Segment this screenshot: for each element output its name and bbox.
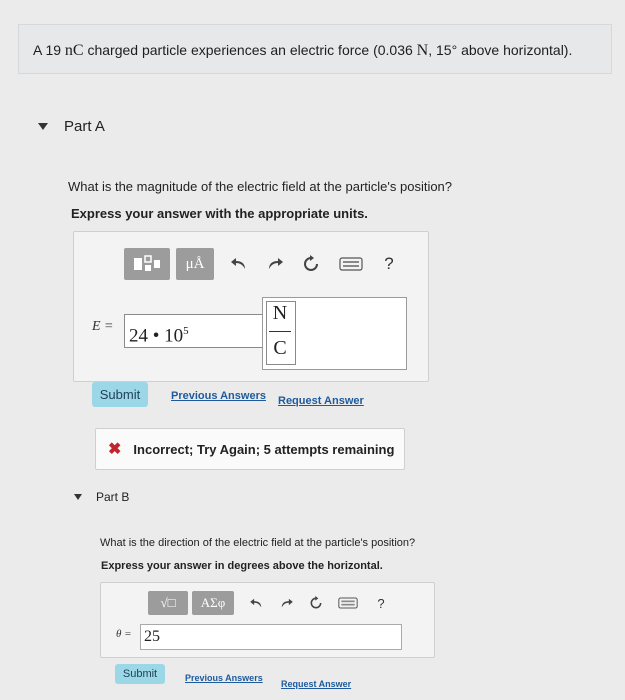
collapse-triangle-icon[interactable] [38,123,48,130]
redo-icon[interactable] [260,248,290,280]
part-b-value-input[interactable]: 25 [140,624,402,650]
part-a-request-answer-link[interactable]: Request Answer [278,395,364,407]
part-b-previous-answers-link[interactable]: Previous Answers [185,673,263,683]
part-b-toolbar: √□ ΑΣφ ? [148,590,392,616]
undo-icon[interactable] [224,248,254,280]
part-b-header[interactable]: Part B [74,490,129,504]
redo-icon[interactable] [274,591,298,615]
part-a-value-input[interactable]: 24 • 105 [124,314,263,348]
square-root-button[interactable]: √□ [148,591,188,615]
mu-angstrom-button[interactable]: μÅ [176,248,214,280]
keyboard-icon[interactable] [334,248,368,280]
part-a-feedback: ✖ Incorrect; Try Again; 5 attempts remai… [95,428,405,470]
reset-icon[interactable] [296,248,326,280]
part-a-toolbar: μÅ ? [124,248,402,280]
template-button[interactable] [124,248,170,280]
part-b-request-answer-link[interactable]: Request Answer [281,679,351,689]
problem-statement: A 19 nC charged particle experiences an … [18,24,612,74]
part-b-submit-button[interactable]: Submit [115,664,165,684]
part-b-instruction: Express your answer in degrees above the… [101,560,383,572]
part-a-header[interactable]: Part A [38,118,105,135]
undo-icon[interactable] [244,591,268,615]
charge-unit: nC [64,42,84,59]
part-a-question: What is the magnitude of the electric fi… [68,179,453,194]
part-a-instruction: Express your answer with the appropriate… [71,206,368,221]
help-icon[interactable]: ? [376,248,402,280]
reset-icon[interactable] [304,591,328,615]
part-a-variable-label: E = [92,319,114,334]
template-icon [134,255,160,271]
part-b-title: Part B [96,490,130,504]
keyboard-icon[interactable] [334,591,362,615]
force-unit: N [416,42,429,59]
units-numerator: N [272,302,288,324]
part-b-question: What is the direction of the electric fi… [100,537,416,549]
units-denominator: C [273,337,287,359]
help-icon[interactable]: ? [370,591,392,615]
part-a-title: Part A [64,118,105,135]
part-a-previous-answers-link[interactable]: Previous Answers [171,390,266,402]
fraction-bar [269,331,291,332]
incorrect-x-icon: ✖ [108,441,122,458]
collapse-triangle-icon[interactable] [74,494,82,500]
part-a-submit-button[interactable]: Submit [92,382,148,407]
greek-letters-button[interactable]: ΑΣφ [192,591,234,615]
part-b-variable-label: θ = [116,628,132,640]
